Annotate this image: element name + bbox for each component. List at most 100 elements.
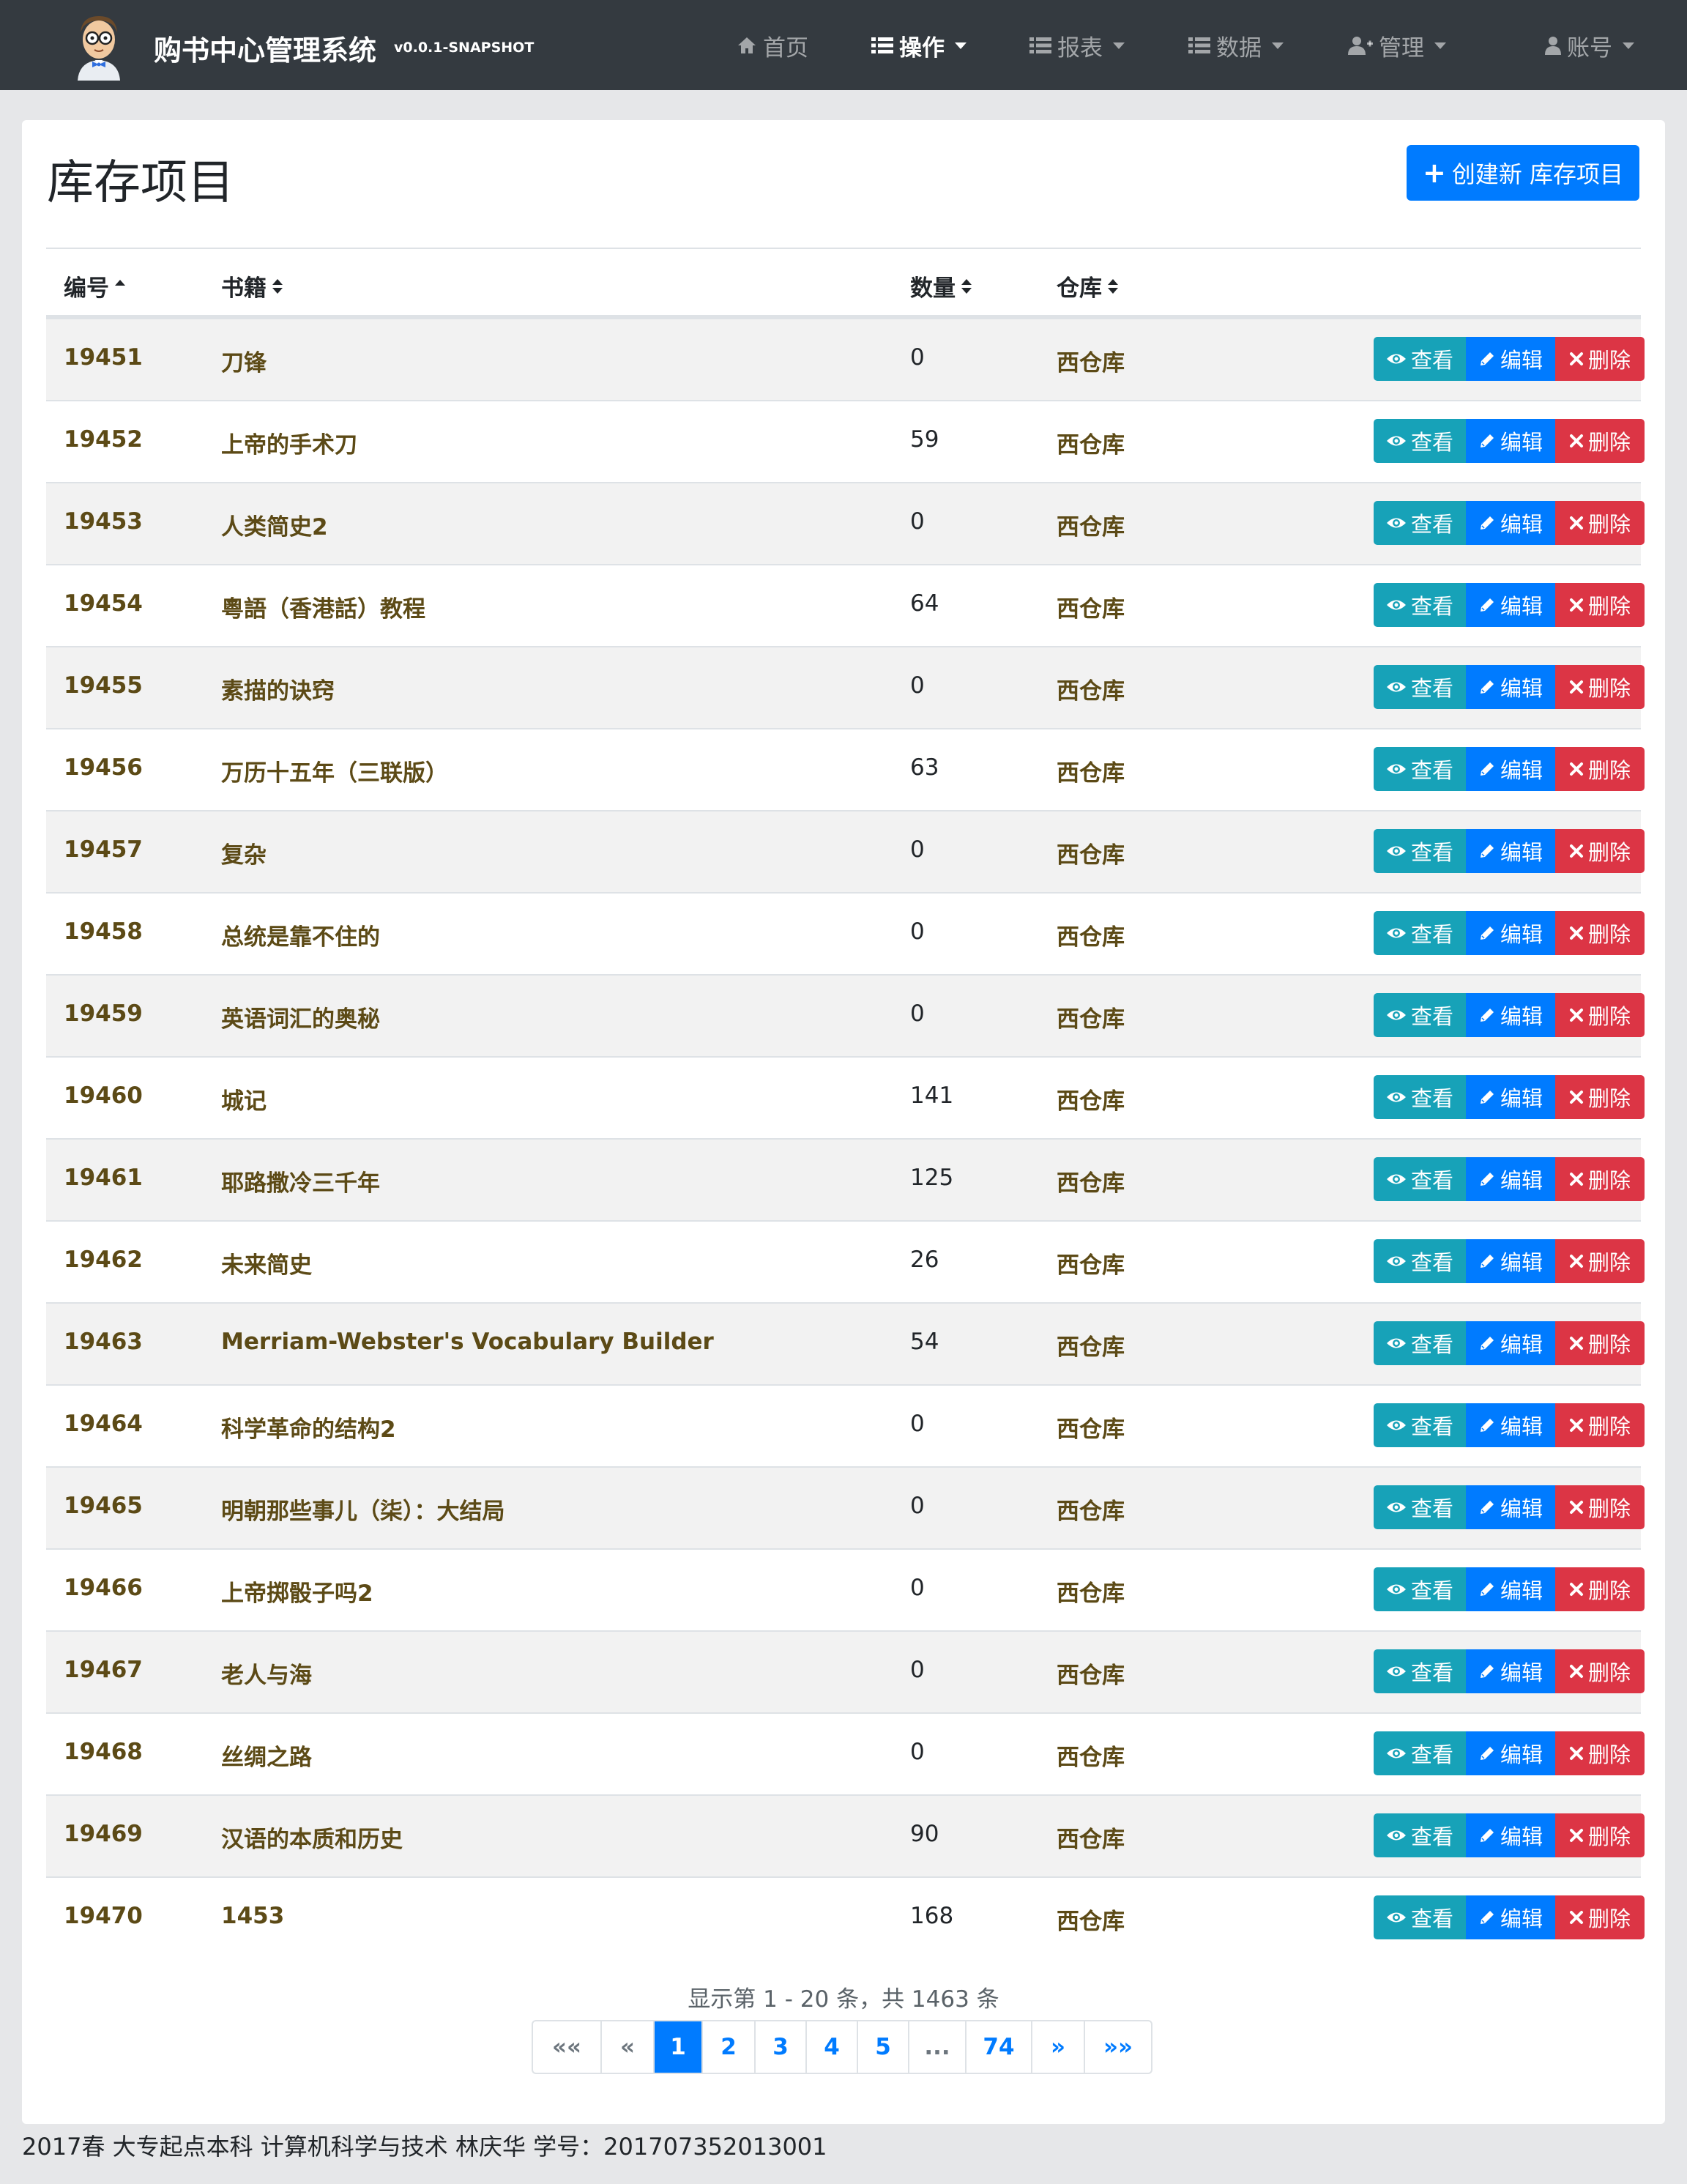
cell-id[interactable]: 19454 xyxy=(64,590,143,617)
column-header-id[interactable]: 编号 xyxy=(64,270,127,302)
edit-button[interactable]: 编辑 xyxy=(1466,1567,1555,1611)
delete-button[interactable]: 删除 xyxy=(1555,1075,1645,1119)
app-title[interactable]: 购书中心管理系统 xyxy=(154,28,376,68)
view-button[interactable]: 查看 xyxy=(1374,583,1466,627)
cell-book[interactable]: 城记 xyxy=(221,1082,267,1115)
cell-warehouse[interactable]: 西仓库 xyxy=(1057,1247,1125,1279)
edit-button[interactable]: 编辑 xyxy=(1466,1649,1555,1693)
column-header-quantity[interactable]: 数量 xyxy=(910,270,973,302)
edit-button[interactable]: 编辑 xyxy=(1466,911,1555,955)
edit-button[interactable]: 编辑 xyxy=(1466,1157,1555,1201)
cell-id[interactable]: 19459 xyxy=(64,1000,143,1027)
nav-operations-dropdown[interactable]: 操作 xyxy=(871,29,967,62)
view-button[interactable]: 查看 xyxy=(1374,1649,1466,1693)
delete-button[interactable]: 删除 xyxy=(1555,1731,1645,1775)
edit-button[interactable]: 编辑 xyxy=(1466,1075,1555,1119)
edit-button[interactable]: 编辑 xyxy=(1466,665,1555,709)
cell-warehouse[interactable]: 西仓库 xyxy=(1057,1411,1125,1444)
edit-button[interactable]: 编辑 xyxy=(1466,1239,1555,1283)
cell-id[interactable]: 19464 xyxy=(64,1411,143,1437)
view-button[interactable]: 查看 xyxy=(1374,1895,1466,1939)
page-link[interactable]: 2 xyxy=(701,2021,754,2073)
cell-book[interactable]: 老人与海 xyxy=(221,1657,312,1690)
page-link[interactable]: 3 xyxy=(754,2021,805,2073)
view-button[interactable]: 查看 xyxy=(1374,1403,1466,1447)
view-button[interactable]: 查看 xyxy=(1374,829,1466,873)
cell-id[interactable]: 19467 xyxy=(64,1657,143,1683)
cell-book[interactable]: 汉语的本质和历史 xyxy=(221,1821,403,1854)
delete-button[interactable]: 删除 xyxy=(1555,829,1645,873)
cell-warehouse[interactable]: 西仓库 xyxy=(1057,590,1125,623)
view-button[interactable]: 查看 xyxy=(1374,911,1466,955)
edit-button[interactable]: 编辑 xyxy=(1466,419,1555,463)
cell-book[interactable]: 耶路撒冷三千年 xyxy=(221,1165,380,1197)
cell-warehouse[interactable]: 西仓库 xyxy=(1057,1657,1125,1690)
cell-id[interactable]: 19466 xyxy=(64,1575,143,1601)
cell-warehouse[interactable]: 西仓库 xyxy=(1057,672,1125,705)
delete-button[interactable]: 删除 xyxy=(1555,1157,1645,1201)
page-link[interactable]: » xyxy=(1031,2021,1084,2073)
page-link[interactable]: 74 xyxy=(965,2021,1031,2073)
edit-button[interactable]: 编辑 xyxy=(1466,1403,1555,1447)
view-button[interactable]: 查看 xyxy=(1374,1485,1466,1529)
cell-book[interactable]: 未来简史 xyxy=(221,1247,312,1279)
nav-reports-dropdown[interactable]: 报表 xyxy=(1029,29,1125,62)
nav-home[interactable]: 首页 xyxy=(737,29,808,62)
cell-id[interactable]: 19468 xyxy=(64,1739,143,1765)
view-button[interactable]: 查看 xyxy=(1374,993,1466,1037)
cell-warehouse[interactable]: 西仓库 xyxy=(1057,1575,1125,1608)
cell-book[interactable]: 万历十五年（三联版） xyxy=(221,754,448,787)
cell-id[interactable]: 19455 xyxy=(64,672,143,699)
cell-book[interactable]: 总统是靠不住的 xyxy=(221,918,380,951)
delete-button[interactable]: 删除 xyxy=(1555,419,1645,463)
edit-button[interactable]: 编辑 xyxy=(1466,993,1555,1037)
cell-id[interactable]: 19457 xyxy=(64,836,143,863)
delete-button[interactable]: 删除 xyxy=(1555,747,1645,791)
cell-warehouse[interactable]: 西仓库 xyxy=(1057,836,1125,869)
edit-button[interactable]: 编辑 xyxy=(1466,1731,1555,1775)
cell-warehouse[interactable]: 西仓库 xyxy=(1057,1329,1125,1362)
cell-book[interactable]: 科学革命的结构2 xyxy=(221,1411,396,1444)
edit-button[interactable]: 编辑 xyxy=(1466,583,1555,627)
cell-id[interactable]: 19462 xyxy=(64,1247,143,1273)
cell-id[interactable]: 19458 xyxy=(64,918,143,945)
cell-warehouse[interactable]: 西仓库 xyxy=(1057,1082,1125,1115)
edit-button[interactable]: 编辑 xyxy=(1466,1485,1555,1529)
cell-warehouse[interactable]: 西仓库 xyxy=(1057,1903,1125,1936)
cell-book[interactable]: 上帝的手术刀 xyxy=(221,426,357,459)
delete-button[interactable]: 删除 xyxy=(1555,501,1645,545)
delete-button[interactable]: 删除 xyxy=(1555,1403,1645,1447)
view-button[interactable]: 查看 xyxy=(1374,337,1466,381)
cell-book[interactable]: 复杂 xyxy=(221,836,267,869)
create-inventory-button[interactable]: + 创建新 库存项目 xyxy=(1407,145,1639,201)
page-link-current[interactable]: 1 xyxy=(653,2021,701,2073)
cell-id[interactable]: 19465 xyxy=(64,1493,143,1519)
view-button[interactable]: 查看 xyxy=(1374,501,1466,545)
page-link[interactable]: 4 xyxy=(805,2021,857,2073)
edit-button[interactable]: 编辑 xyxy=(1466,1813,1555,1857)
delete-button[interactable]: 删除 xyxy=(1555,583,1645,627)
cell-warehouse[interactable]: 西仓库 xyxy=(1057,426,1125,459)
delete-button[interactable]: 删除 xyxy=(1555,1485,1645,1529)
delete-button[interactable]: 删除 xyxy=(1555,1813,1645,1857)
view-button[interactable]: 查看 xyxy=(1374,1321,1466,1365)
cell-warehouse[interactable]: 西仓库 xyxy=(1057,1821,1125,1854)
edit-button[interactable]: 编辑 xyxy=(1466,337,1555,381)
delete-button[interactable]: 删除 xyxy=(1555,1239,1645,1283)
view-button[interactable]: 查看 xyxy=(1374,1157,1466,1201)
edit-button[interactable]: 编辑 xyxy=(1466,1895,1555,1939)
delete-button[interactable]: 删除 xyxy=(1555,1649,1645,1693)
view-button[interactable]: 查看 xyxy=(1374,1813,1466,1857)
view-button[interactable]: 查看 xyxy=(1374,1239,1466,1283)
delete-button[interactable]: 删除 xyxy=(1555,1321,1645,1365)
cell-book[interactable]: 素描的诀窍 xyxy=(221,672,335,705)
delete-button[interactable]: 删除 xyxy=(1555,665,1645,709)
edit-button[interactable]: 编辑 xyxy=(1466,1321,1555,1365)
avatar-logo-icon[interactable] xyxy=(67,10,130,81)
cell-book[interactable]: 英语词汇的奥秘 xyxy=(221,1000,380,1033)
cell-id[interactable]: 19469 xyxy=(64,1821,143,1847)
delete-button[interactable]: 删除 xyxy=(1555,1567,1645,1611)
view-button[interactable]: 查看 xyxy=(1374,1075,1466,1119)
cell-id[interactable]: 19456 xyxy=(64,754,143,781)
cell-book[interactable]: 明朝那些事儿（柒）：大结局 xyxy=(221,1493,505,1526)
